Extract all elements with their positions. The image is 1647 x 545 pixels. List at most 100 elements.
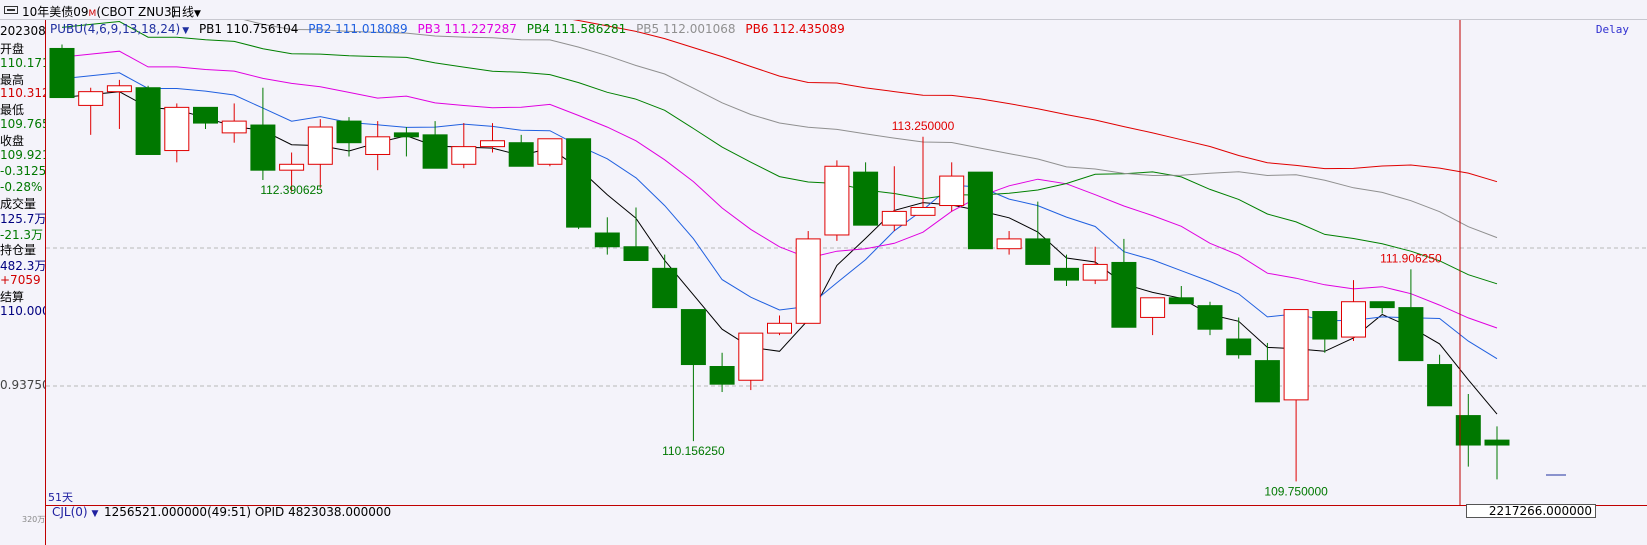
settle-value: 110.0000 [0, 304, 45, 318]
candle-body [422, 134, 448, 169]
pb4-line [61, 20, 1498, 285]
candle-body [451, 146, 477, 165]
candle-body [164, 106, 190, 152]
candle-body [709, 366, 735, 385]
chevron-down-icon[interactable]: ▼ [91, 509, 98, 519]
volume-indicator-selector[interactable]: CJL(0) ▼ [52, 505, 98, 519]
candle-body [1341, 301, 1366, 338]
oi-value: 482.3万 [0, 259, 46, 273]
period-selector[interactable]: 日线▼ [170, 3, 201, 20]
pb6-line [572, 20, 1498, 183]
info-date: 20230814 [0, 24, 46, 38]
indicator-chevron-icon[interactable]: ▼ [182, 26, 189, 36]
candle-body [738, 332, 764, 381]
bottom-axis-label: 320万 [22, 515, 46, 524]
candle-body [193, 106, 218, 124]
candle-body [106, 85, 132, 93]
extreme-price-label: 113.250000 [892, 119, 955, 133]
candle-body [49, 47, 75, 99]
window-icon[interactable] [4, 6, 18, 14]
close-value: 109.9218 [0, 148, 45, 162]
candle-body [78, 91, 104, 106]
candle-body [1197, 305, 1223, 330]
contract-title: 10年美债09M(CBOT ZNU3) [22, 5, 177, 19]
candle-body [881, 210, 907, 226]
candle-body [566, 138, 592, 228]
candle-body [1427, 364, 1453, 407]
close-label: 收盘 [0, 134, 25, 148]
candle-body [1283, 309, 1309, 401]
candle-body [537, 138, 563, 165]
kline-chart[interactable]: 112.390625 113.250000 110.156250 111.906250… [46, 20, 1647, 515]
candle-body [1111, 261, 1137, 328]
candle-body [508, 142, 534, 167]
low-label: 最低 [0, 103, 25, 117]
low-value: 109.7656 [0, 117, 45, 131]
pb4-value: PB4 111.586281 [526, 22, 627, 36]
settle-label: 结算 [0, 290, 25, 304]
candle-body [853, 171, 879, 226]
extreme-price-label: 110.156250 [662, 444, 725, 458]
candle-body [1082, 263, 1108, 281]
volume-indicator-bar: CJL(0) ▼ 1256521.000000(49:51) OPID 4823… [46, 504, 1647, 519]
candle-body [1226, 338, 1252, 356]
pb5-line [243, 20, 1498, 239]
change-value: -0.31250 [0, 164, 46, 178]
indicator-name[interactable]: PUBU(4,6,9,13,18,24) [50, 22, 180, 36]
pb6-value: PB6 112.435089 [745, 22, 845, 36]
candle-body [910, 206, 936, 216]
candle-body [365, 136, 391, 155]
extreme-price-label: 109.750000 [1264, 484, 1328, 498]
open-label: 开盘 [0, 42, 25, 56]
pb3-value: PB3 111.227287 [417, 22, 517, 36]
candle-body [767, 322, 792, 334]
candle-body [1369, 301, 1395, 309]
change-pct-value: -0.28% [0, 180, 43, 194]
candle-body [795, 238, 821, 324]
candle-body [1484, 439, 1510, 446]
candle-body [1312, 311, 1338, 340]
candle-body [135, 87, 161, 155]
candle-body [623, 246, 649, 261]
high-value: 110.3125 [0, 86, 45, 100]
candle-body [652, 267, 678, 309]
info-panel: 20230814 开盘 110.1718 最高 110.3125 最低 109.… [0, 20, 46, 545]
delay-indicator: Delay [1595, 23, 1629, 36]
oi-change-value: +7059 [0, 273, 41, 287]
candle-body [1025, 238, 1051, 265]
chevron-down-icon[interactable]: ▼ [194, 9, 201, 19]
open-value: 110.1718 [0, 56, 45, 70]
extreme-price-label: 112.390625 [260, 183, 323, 197]
candle-body [279, 163, 305, 171]
candle-body [221, 120, 247, 134]
candle-body [336, 120, 362, 144]
candle-body [307, 126, 333, 165]
pb2-value: PB2 111.018089 [308, 22, 408, 36]
extreme-price-label: 111.906250 [1380, 251, 1442, 265]
candle-body [480, 140, 505, 148]
candle-body [1398, 307, 1424, 362]
candle-body [1254, 360, 1280, 403]
candle-body [1168, 297, 1194, 305]
candle-body [680, 309, 706, 366]
candle-body [939, 175, 965, 207]
volume-last-value: 2217266.000000 [1466, 504, 1596, 518]
day-count: 51天 [48, 491, 73, 504]
price-axis-label: 0.937500 [0, 378, 45, 392]
pb5-value: PB5 112.001068 [636, 22, 736, 36]
candle-body [250, 124, 276, 171]
candle-body [824, 165, 850, 236]
indicator-legend: PUBU(4,6,9,13,18,24) ▼ PB1 110.756104 PB2… [50, 22, 851, 36]
kline-svg: 112.390625 113.250000 110.156250 111.906250… [46, 20, 1647, 515]
candle-body [996, 238, 1022, 250]
candle-body [1054, 267, 1079, 281]
pb1-line [61, 91, 1498, 415]
candle-body [967, 171, 993, 250]
candle-body [1140, 297, 1166, 318]
volume-value: 125.7万 [0, 212, 46, 226]
pb1-value: PB1 110.756104 [198, 22, 299, 36]
candle-body [594, 232, 620, 248]
candle-body [393, 132, 419, 138]
oi-label: 持仓量 [0, 243, 37, 257]
volume-values: 1256521.000000(49:51) OPID 4823038.00000… [104, 505, 392, 519]
